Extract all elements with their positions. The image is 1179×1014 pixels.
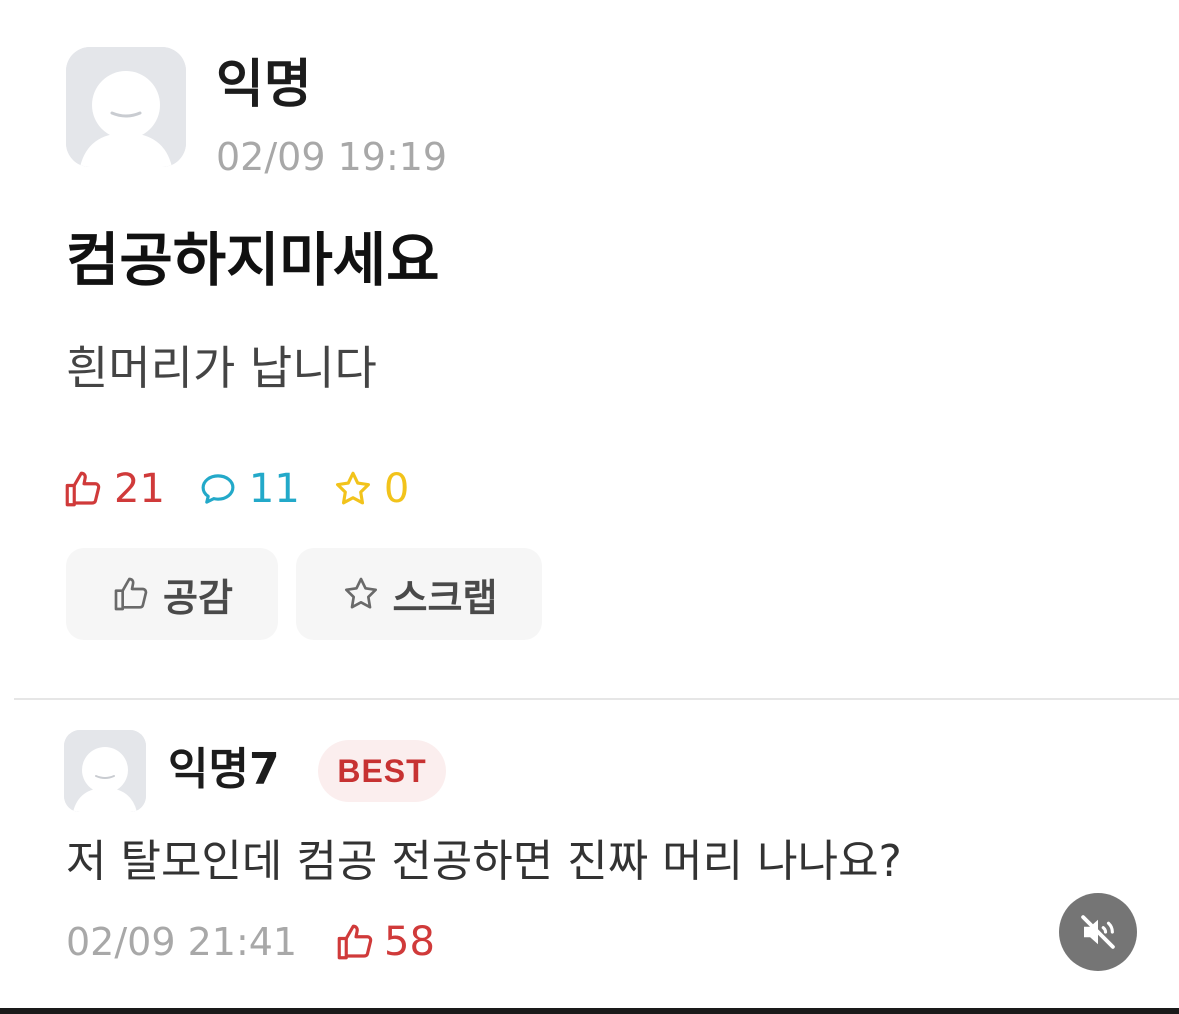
comment-timestamp: 02/09 21:41	[66, 920, 298, 964]
like-count: 21	[62, 462, 165, 516]
comment-author-name: 익명7	[168, 744, 280, 795]
default-profile-icon	[66, 47, 186, 167]
scrap-count-value: 0	[383, 466, 410, 512]
like-count-value: 21	[114, 466, 165, 512]
thumbs-up-icon	[65, 471, 101, 507]
comment-count-value: 11	[248, 466, 300, 512]
comment-like-count[interactable]: 58	[334, 916, 435, 968]
thumbs-up-icon	[114, 577, 148, 611]
post-timestamp: 02/09 19:19	[216, 135, 448, 179]
like-button[interactable]: 공감	[66, 548, 278, 640]
comment-like-value: 58	[384, 919, 435, 965]
star-icon	[344, 577, 377, 609]
muted-speaker-icon	[1081, 915, 1115, 949]
default-profile-icon	[64, 730, 146, 812]
section-divider	[14, 698, 1179, 700]
scrap-button-label: 스크랩	[392, 575, 498, 620]
bottom-border	[0, 1008, 1179, 1014]
mute-button[interactable]	[1059, 893, 1137, 971]
scrap-count: 0	[332, 462, 409, 516]
post-author-name: 익명	[216, 55, 312, 115]
post-title: 컴공하지마세요	[66, 226, 440, 294]
comment-text: 저 탈모인데 컴공 전공하면 진짜 머리 나나요?	[66, 836, 902, 887]
scrap-button[interactable]: 스크랩	[296, 548, 542, 640]
speech-bubble-icon	[201, 474, 235, 504]
post-screen: 익명 02/09 19:19 컴공하지마세요 흰머리가 납니다 21 11 0	[0, 0, 1179, 1014]
best-badge: BEST	[318, 740, 446, 802]
post-stats: 21 11 0	[62, 462, 441, 516]
post-body: 흰머리가 납니다	[66, 341, 377, 395]
star-icon	[335, 471, 370, 505]
like-button-label: 공감	[163, 575, 233, 620]
comment-count: 11	[197, 462, 300, 516]
thumbs-up-icon	[337, 924, 373, 960]
